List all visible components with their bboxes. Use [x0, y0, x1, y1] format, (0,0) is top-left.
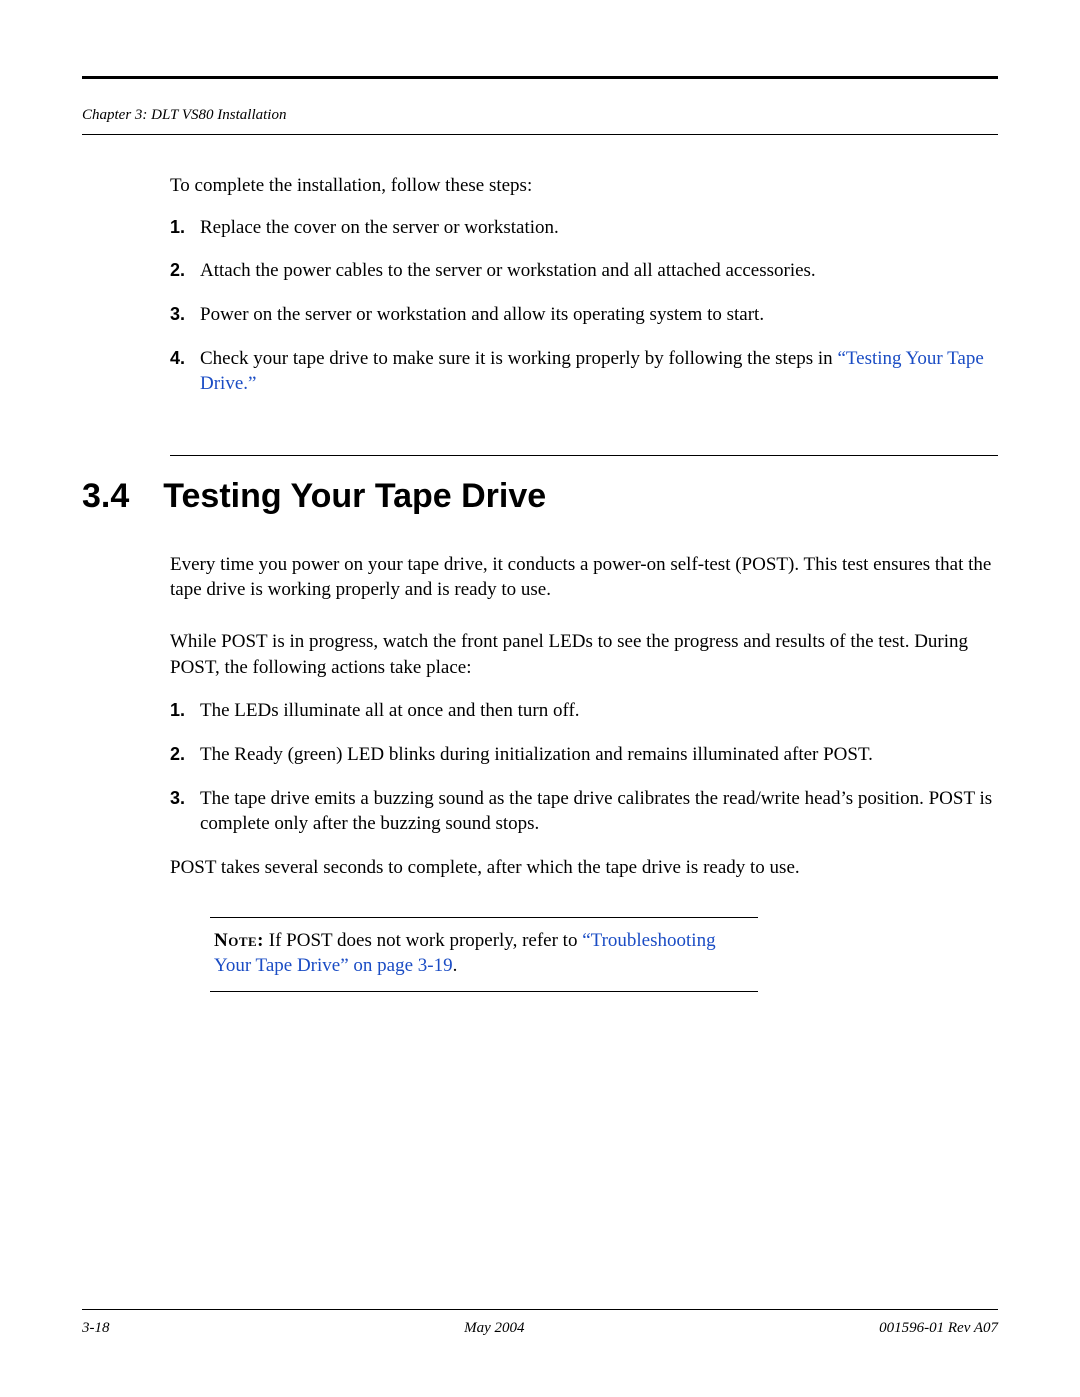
- step-text: The Ready (green) LED blinks during init…: [200, 744, 873, 765]
- install-steps-list: Replace the cover on the server or works…: [170, 215, 998, 397]
- note-text-after: .: [453, 955, 458, 976]
- footer-rule: [82, 1309, 998, 1310]
- step-text: The tape drive emits a buzzing sound as …: [200, 788, 992, 835]
- running-header: Chapter 3: DLT VS80 Installation: [82, 85, 998, 134]
- footer-page-number: 3-18: [82, 1320, 110, 1337]
- list-item: Attach the power cables to the server or…: [170, 258, 998, 284]
- page-frame: Chapter 3: DLT VS80 Installation To comp…: [82, 76, 998, 1321]
- section-number: 3.4: [82, 474, 129, 520]
- section-heading: 3.4 Testing Your Tape Drive: [82, 456, 998, 520]
- footer-row: 3-18 May 2004 001596-01 Rev A07: [82, 1320, 998, 1337]
- list-item: Replace the cover on the server or works…: [170, 215, 998, 241]
- list-item: The LEDs illuminate all at once and then…: [170, 698, 998, 724]
- list-item: The Ready (green) LED blinks during init…: [170, 742, 998, 768]
- paragraph-watch-leds: While POST is in progress, watch the fro…: [170, 629, 998, 680]
- step-text: The LEDs illuminate all at once and then…: [200, 700, 580, 721]
- step-text: Power on the server or workstation and a…: [200, 304, 764, 325]
- step-text: Replace the cover on the server or works…: [200, 217, 559, 238]
- note-label: Note:: [214, 930, 264, 951]
- step-text: Attach the power cables to the server or…: [200, 260, 816, 281]
- footer-date: May 2004: [464, 1320, 524, 1337]
- list-item: Check your tape drive to make sure it is…: [170, 346, 998, 397]
- footer-doc-id: 001596-01 Rev A07: [879, 1320, 998, 1337]
- page-footer: 3-18 May 2004 001596-01 Rev A07: [82, 1309, 998, 1337]
- section-title: Testing Your Tape Drive: [163, 474, 546, 520]
- list-item: Power on the server or workstation and a…: [170, 302, 998, 328]
- page-content: To complete the installation, follow the…: [82, 135, 998, 992]
- post-steps-list: The LEDs illuminate all at once and then…: [170, 698, 998, 837]
- note-body: Note: If POST does not work properly, re…: [210, 918, 758, 991]
- list-item: The tape drive emits a buzzing sound as …: [170, 786, 998, 837]
- paragraph-post-complete: POST takes several seconds to complete, …: [170, 855, 998, 881]
- note-bottom-rule: [210, 991, 758, 992]
- intro-paragraph: To complete the installation, follow the…: [170, 173, 998, 199]
- note-box: Note: If POST does not work properly, re…: [210, 917, 758, 992]
- note-text: If POST does not work properly, refer to: [264, 930, 582, 951]
- top-rule-thick: [82, 76, 998, 79]
- step-text: Check your tape drive to make sure it is…: [200, 348, 837, 369]
- paragraph-post-intro: Every time you power on your tape drive,…: [170, 552, 998, 603]
